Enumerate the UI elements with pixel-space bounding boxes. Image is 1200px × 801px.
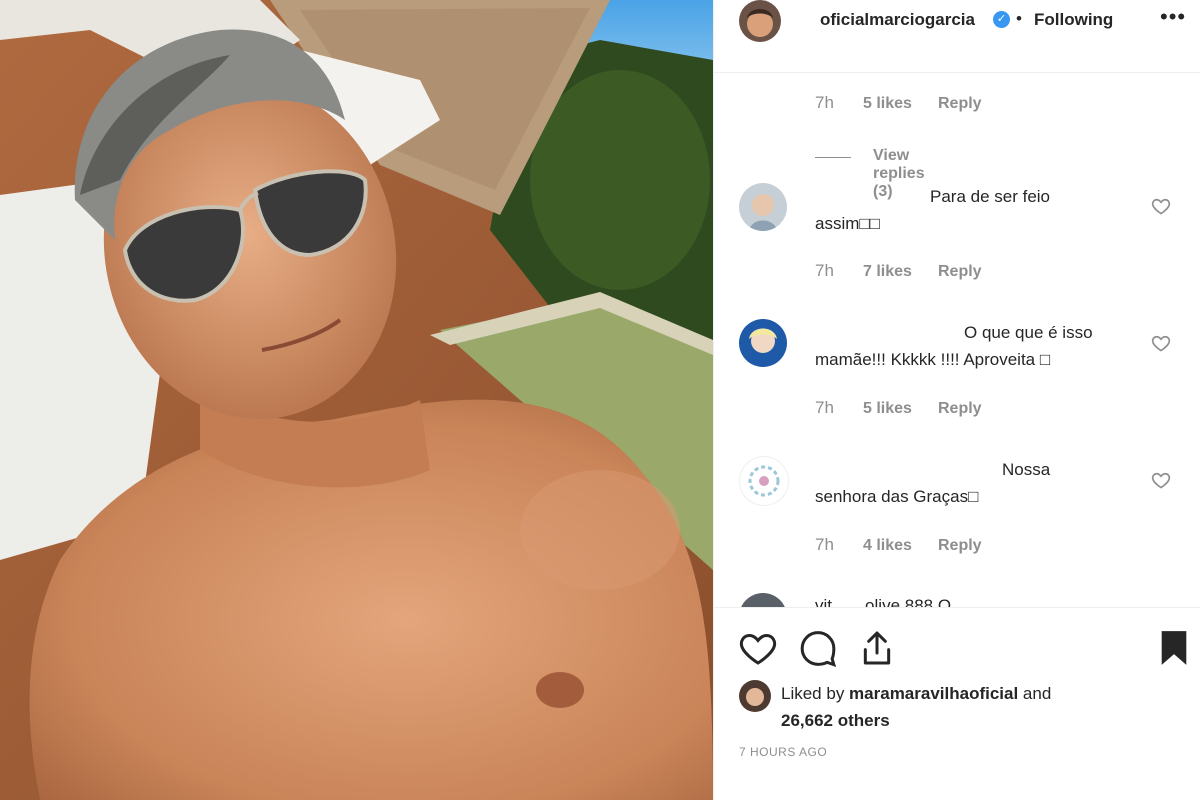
comment-line: assim□□: [815, 214, 880, 233]
comment-time: 7h: [815, 398, 834, 417]
comment-text: Nossa senhora das Graças□: [815, 456, 1050, 510]
comment-line: mamãe!!! Kkkkk !!!! Aproveita □: [815, 350, 1051, 369]
commenter-avatar[interactable]: [739, 456, 789, 506]
reply-button[interactable]: Reply: [938, 537, 982, 555]
comment-like-heart-icon[interactable]: [1151, 470, 1171, 490]
post-header: oficialmarciogarcia ✓ • Following •••: [714, 0, 1200, 44]
reply-button[interactable]: Reply: [938, 95, 982, 113]
author-avatar[interactable]: [739, 0, 781, 42]
likes-count[interactable]: 26,662 others: [781, 711, 890, 730]
commenter-avatar[interactable]: [739, 183, 787, 231]
following-button[interactable]: Following: [1034, 10, 1113, 30]
comment-meta: 7h 4 likes Reply: [815, 535, 982, 555]
comment-like-heart-icon[interactable]: [1151, 333, 1171, 353]
comment-text: vit...... olive 888 O: [815, 592, 951, 608]
more-options-icon[interactable]: •••: [1160, 4, 1186, 30]
comment-line: vit...... olive 888 O: [815, 596, 952, 608]
comment-time: 7h: [815, 93, 834, 112]
reply-button[interactable]: Reply: [938, 263, 982, 281]
comment-likes[interactable]: 5 likes: [863, 95, 912, 113]
commenter-avatar[interactable]: [739, 319, 787, 367]
comment-time: 7h: [815, 261, 834, 280]
verified-badge-icon: ✓: [993, 11, 1010, 28]
reply-button[interactable]: Reply: [938, 400, 982, 418]
comment-time: 7h: [815, 535, 834, 554]
liker-avatar[interactable]: [739, 680, 771, 712]
comment-likes[interactable]: 5 likes: [863, 400, 912, 418]
share-icon[interactable]: [857, 628, 897, 668]
liked-by-text: Liked by maramaravilhaoficial and 26,662…: [781, 680, 1051, 734]
comment-line: Nossa: [1002, 460, 1051, 479]
like-heart-icon[interactable]: [738, 628, 778, 668]
comment-bubble-icon[interactable]: [798, 628, 838, 668]
comment-meta: 7h 5 likes Reply: [815, 398, 982, 418]
bookmark-icon[interactable]: [1158, 628, 1190, 668]
comments-list[interactable]: 7h 5 likes Reply View replies (3) Para d…: [714, 72, 1200, 608]
liked-by-and: and: [1018, 684, 1052, 703]
comment-meta: 7h 5 likes Reply View replies (3): [815, 93, 982, 200]
comment-text: Para de ser feio assim□□: [815, 183, 1050, 237]
comment-line: O que que é isso: [964, 323, 1093, 342]
comment-likes[interactable]: 7 likes: [863, 263, 912, 281]
comment-text: O que que é isso mamãe!!! Kkkkk !!!! Apr…: [815, 319, 1093, 373]
separator-dot: •: [1016, 9, 1022, 28]
liked-by-user[interactable]: maramaravilhaoficial: [849, 684, 1018, 703]
comment-like-heart-icon[interactable]: [1151, 196, 1171, 216]
author-username[interactable]: oficialmarciogarcia: [820, 10, 975, 30]
post-actions: Liked by maramaravilhaoficial and 26,662…: [714, 607, 1200, 801]
comment-line: Para de ser feio: [930, 187, 1051, 206]
liked-by-prefix: Liked by: [781, 684, 850, 703]
replies-divider: [815, 157, 851, 158]
commenter-avatar[interactable]: [739, 593, 787, 608]
selfie-image: [0, 0, 713, 800]
post-photo[interactable]: [0, 0, 713, 800]
comments-panel: oficialmarciogarcia ✓ • Following ••• 7h…: [713, 0, 1200, 800]
comment-meta: 7h 7 likes Reply: [815, 261, 982, 281]
comment-line: senhora das Graças□: [815, 487, 979, 506]
comment-likes[interactable]: 4 likes: [863, 537, 912, 555]
post-timestamp[interactable]: 7 HOURS AGO: [739, 745, 827, 759]
